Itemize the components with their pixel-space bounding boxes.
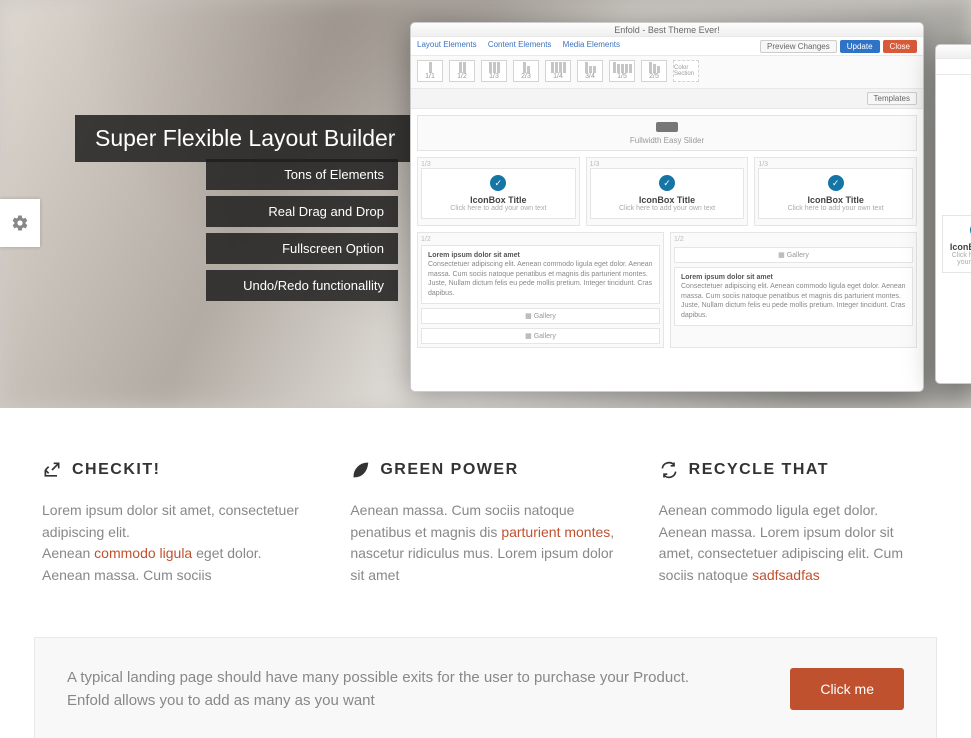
hero-title: Super Flexible Layout Builder (75, 115, 415, 162)
mockup-tab[interactable]: Content Elements (488, 40, 552, 49)
fraction-block[interactable]: 1/5 (609, 60, 635, 82)
window-title: Enfold - Best Theme Ever! (411, 23, 923, 37)
gear-icon (11, 214, 29, 232)
share-icon (42, 460, 62, 480)
recycle-icon (659, 460, 679, 480)
mockup-tab[interactable]: Media Elements (563, 40, 620, 49)
close-button[interactable]: Close (883, 40, 917, 53)
text-link[interactable]: commodo ligula (94, 545, 192, 561)
column-heading: RECYCLE THAT (659, 460, 929, 480)
hero-banner: Super Flexible Layout Builder Tons of El… (0, 0, 971, 408)
leaf-icon (350, 460, 370, 480)
mockup-tab[interactable]: Layout Elements (417, 40, 477, 49)
column-heading: CHECKIT! (42, 460, 312, 480)
fraction-block[interactable]: 3/4 (577, 60, 603, 82)
settings-tab[interactable] (0, 199, 40, 247)
preview-tag[interactable]: Previ (936, 59, 971, 75)
gallery-block[interactable]: ▦ Gallery (674, 247, 913, 263)
text-row: 1/2 Lorem ipsum dolor sit ametConsectetu… (411, 232, 923, 354)
column-checkit: CHECKIT! Lorem ipsum dolor sit amet, con… (42, 460, 312, 587)
iconbox-column[interactable]: 1/3✓IconBox TitleClick here to add your … (586, 157, 749, 226)
feature-item: Real Drag and Drop (206, 196, 398, 227)
page-content: CHECKIT! Lorem ipsum dolor sit amet, con… (0, 408, 971, 738)
column-text: Aenean massa. Cum sociis natoque penatib… (350, 500, 620, 587)
templates-row: Templates (411, 89, 923, 109)
feature-list: Tons of Elements Real Drag and Drop Full… (206, 159, 398, 307)
text-card[interactable]: 1/2 Lorem ipsum dolor sit ametConsectetu… (417, 232, 664, 348)
hero-title-light: Layout Builder (248, 125, 395, 151)
column-green-power: GREEN POWER Aenean massa. Cum sociis nat… (350, 460, 620, 587)
column-heading: GREEN POWER (350, 460, 620, 480)
builder-mockup: Enfold - Best Theme Ever! Layout Element… (410, 22, 924, 392)
cta-box: A typical landing page should have many … (34, 637, 937, 738)
check-icon: ✓ (659, 175, 675, 191)
check-icon: ✓ (828, 175, 844, 191)
fraction-blocks: 1/1 1/2 1/3 2/3 1/4 3/4 1/5 2/5 Color Se… (411, 56, 923, 89)
slider-nav-icon (656, 122, 678, 132)
check-icon: ✓ (490, 175, 506, 191)
feature-item: Tons of Elements (206, 159, 398, 190)
iconbox-column[interactable]: 1/3✓IconBox TitleClick here to add your … (417, 157, 580, 226)
gallery-block[interactable]: ▦ Gallery (421, 308, 660, 324)
easy-slider-block[interactable]: Fullwidth Easy Slider (417, 115, 917, 151)
fraction-block[interactable]: 1/4 (545, 60, 571, 82)
fraction-block[interactable]: 1/3 (481, 60, 507, 82)
feature-item: Undo/Redo functionallity (206, 270, 398, 301)
text-link[interactable]: sadfsadfas (752, 567, 820, 583)
mockup-tabs: Layout Elements Content Elements Media E… (417, 40, 629, 49)
preview-button[interactable]: Preview Changes (760, 40, 837, 53)
fraction-block[interactable]: 1/2 (449, 60, 475, 82)
mockup-top-band: Layout Elements Content Elements Media E… (411, 37, 923, 56)
iconbox-column[interactable]: 1/3✓IconBox TitleClick here to add your … (754, 157, 917, 226)
feature-columns: CHECKIT! Lorem ipsum dolor sit amet, con… (0, 408, 971, 627)
secondary-mockup: Previ ✓IconBox TitleClick here to add yo… (935, 44, 971, 384)
easy-slider-label: Fullwidth Easy Slider (630, 136, 704, 145)
mockup-top-buttons: Preview Changes Update Close (760, 40, 917, 53)
fraction-block[interactable]: 1/1 (417, 60, 443, 82)
hero-title-strong: Super Flexible (95, 125, 242, 151)
cta-text: A typical landing page should have many … (67, 666, 707, 713)
fraction-color-section[interactable]: Color Section (673, 60, 699, 82)
fraction-block[interactable]: 2/5 (641, 60, 667, 82)
text-card[interactable]: 1/2 ▦ Gallery Lorem ipsum dolor sit amet… (670, 232, 917, 348)
fraction-block[interactable]: 2/3 (513, 60, 539, 82)
column-text: Aenean commodo ligula eget dolor. Aenean… (659, 500, 929, 587)
column-recycle: RECYCLE THAT Aenean commodo ligula eget … (659, 460, 929, 587)
templates-button[interactable]: Templates (867, 92, 917, 105)
feature-item: Fullscreen Option (206, 233, 398, 264)
text-link[interactable]: parturient montes (501, 524, 610, 540)
iconbox-row: 1/3✓IconBox TitleClick here to add your … (411, 151, 923, 232)
column-text: Lorem ipsum dolor sit amet, consectetuer… (42, 500, 312, 587)
gallery-block[interactable]: ▦ Gallery (421, 328, 660, 344)
cta-button[interactable]: Click me (790, 668, 904, 710)
update-button[interactable]: Update (840, 40, 880, 53)
